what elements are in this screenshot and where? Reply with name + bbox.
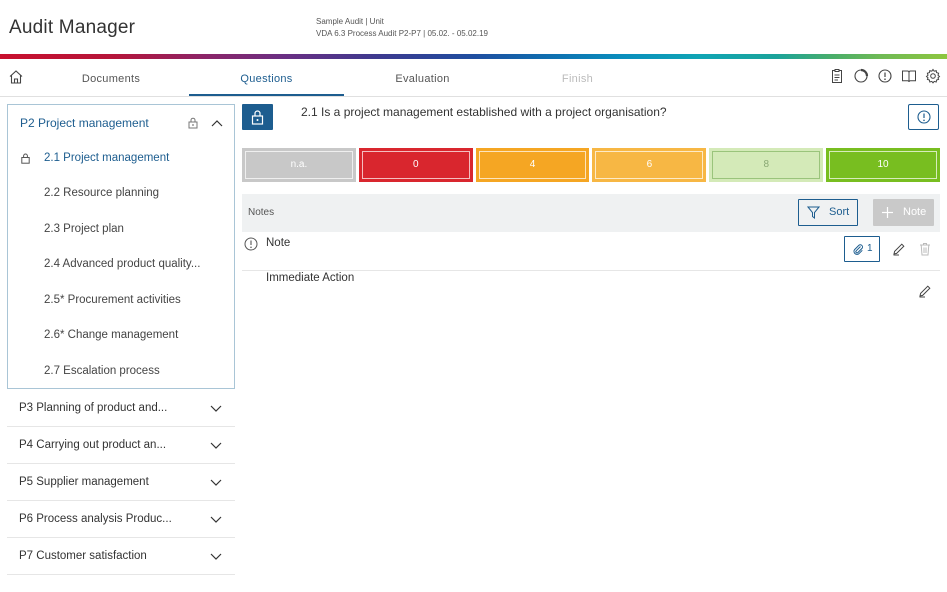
rating-0[interactable]: 0 [358,148,473,182]
sidebar-item-2-5[interactable]: 2.5* Procurement activities [44,294,224,306]
attachment-button[interactable]: 1 [844,236,880,262]
pencil-icon[interactable] [892,242,906,256]
rating-10-label: 10 [877,159,889,170]
lock-icon [251,110,264,125]
filter-icon [807,206,820,219]
chapter-p6[interactable]: P6 Process analysis Produc... [7,501,235,538]
toolbar-icons [829,68,941,84]
chapter-p6-label: P6 Process analysis Produc... [19,513,172,525]
chapter-p5-label: P5 Supplier management [19,476,149,488]
sidebar-item-2-7[interactable]: 2.7 Escalation process [44,365,224,377]
app-title: Audit Manager [9,17,136,38]
chevron-down-icon[interactable] [210,553,222,561]
tab-finish[interactable]: Finish [500,59,655,96]
rating-na-label: n.a. [290,159,308,170]
book-icon[interactable] [901,68,917,84]
sidebar-item-2-6[interactable]: 2.6* Change management [44,329,224,341]
add-note-label: Note [903,206,927,218]
rating-6[interactable]: 6 [592,148,707,182]
sidebar-item-2-3[interactable]: 2.3 Project plan [44,223,224,235]
sidebar-item-2-4[interactable]: 2.4 Advanced product quality... [44,258,224,270]
chevron-down-icon[interactable] [210,442,222,450]
sidebar-item-2-2[interactable]: 2.2 Resource planning [44,187,224,199]
plus-icon [882,207,893,218]
add-note-button[interactable]: Note [873,199,934,226]
pencil-icon[interactable] [918,284,932,298]
question-info-button[interactable] [908,104,939,130]
tab-documents[interactable]: Documents [36,59,186,96]
tab-evaluation[interactable]: Evaluation [345,59,500,96]
chapter-p4-label: P4 Carrying out product an... [19,439,167,451]
chapter-sidebar: P2 Project management 2.1 Project manage… [7,104,235,575]
paperclip-icon [853,244,863,255]
rating-0-label: 0 [412,159,419,170]
info-icon[interactable] [877,68,893,84]
tab-bar: Documents Questions Evaluation Finish [0,59,947,97]
home-icon[interactable] [8,69,24,85]
lock-icon [21,153,30,164]
progress-icon[interactable] [853,68,869,84]
trash-icon[interactable] [919,242,931,256]
chevron-down-icon[interactable] [210,405,222,413]
rating-10[interactable]: 10 [826,148,940,182]
chevron-down-icon[interactable] [210,516,222,524]
notes-toolbar: Notes Sort Note [242,194,940,232]
chapter-p2-label: P2 Project management [20,116,149,130]
audit-detail: VDA 6.3 Process Audit P2-P7 | 05.02. - 0… [316,29,488,38]
audit-name: Sample Audit | Unit [316,17,384,26]
chapter-p2-header[interactable]: P2 Project management [8,105,234,141]
rating-8-label: 8 [763,159,769,170]
lock-icon [188,117,198,129]
immediate-action-title: Immediate Action [266,272,355,284]
rating-4-label: 4 [529,159,536,170]
sort-button[interactable]: Sort [798,199,858,226]
rating-na[interactable]: n.a. [242,148,356,182]
rating-8[interactable]: 8 [709,148,824,182]
info-icon [917,110,931,124]
gear-icon[interactable] [925,68,941,84]
note-title: Note [266,237,291,249]
sidebar-item-2-1[interactable]: 2.1 Project management [44,152,224,164]
chevron-up-icon[interactable] [211,119,223,127]
chapter-p3-label: P3 Planning of product and... [19,402,168,414]
attachment-count: 1 [867,243,873,254]
notes-label: Notes [248,207,275,218]
chapter-p5[interactable]: P5 Supplier management [7,464,235,501]
chapter-p3[interactable]: P3 Planning of product and... [7,390,235,427]
chapter-p7[interactable]: P7 Customer satisfaction [7,538,235,575]
audit-info: Sample Audit | Unit VDA 6.3 Process Audi… [316,16,488,40]
clipboard-icon[interactable] [829,68,845,84]
lock-question-button[interactable] [242,104,273,130]
note-entry: Note 1 [242,232,940,271]
alert-icon [244,237,258,251]
rating-6-label: 6 [646,159,653,170]
chevron-down-icon[interactable] [210,479,222,487]
chapter-p2-expanded: P2 Project management 2.1 Project manage… [7,104,235,389]
rating-selector: n.a. 0 4 6 8 10 [242,148,940,182]
tab-questions[interactable]: Questions [189,59,344,96]
chapter-p4[interactable]: P4 Carrying out product an... [7,427,235,464]
question-text: 2.1 Is a project management established … [301,105,667,119]
sort-label: Sort [829,206,850,218]
chapter-p7-label: P7 Customer satisfaction [19,550,147,562]
rating-4[interactable]: 4 [475,148,590,182]
app-header: Audit Manager Sample Audit | Unit VDA 6.… [0,0,947,54]
